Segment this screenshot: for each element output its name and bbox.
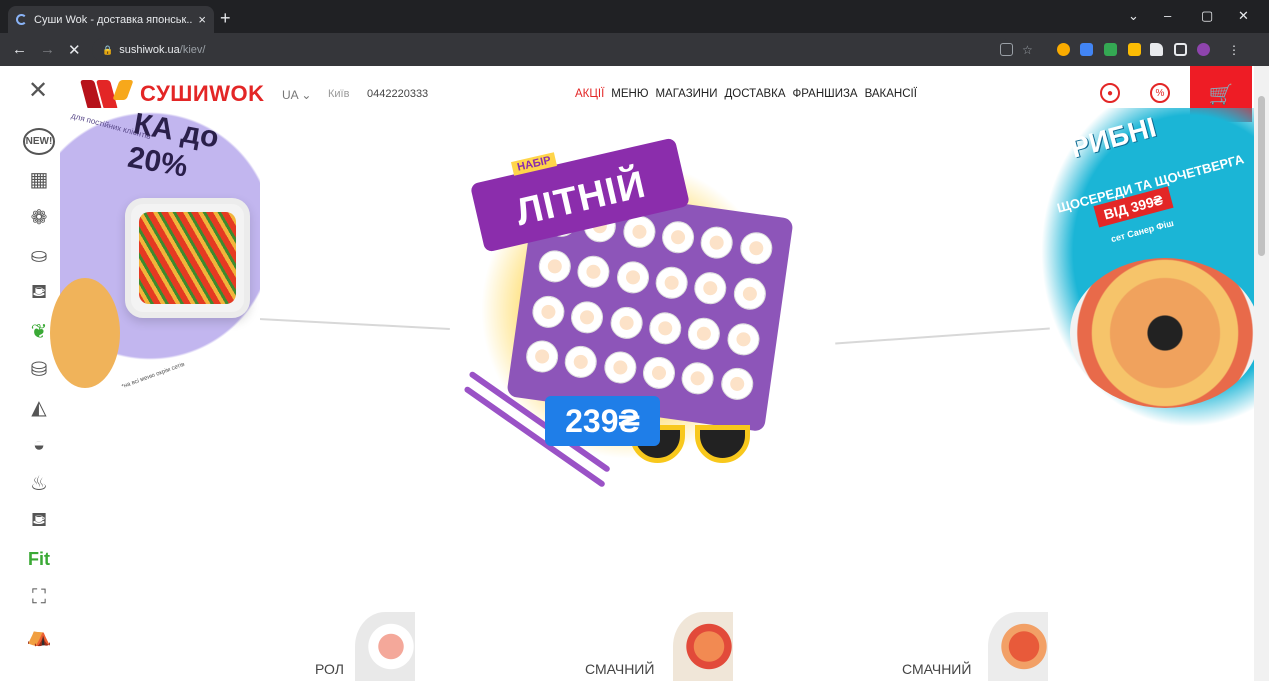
address-bar[interactable]: 🔒 sushiwok.ua /kiev/ [92,38,1012,62]
logo-text: СУШИWOK [140,81,265,106]
nav-menu[interactable]: МЕНЮ [611,88,648,100]
category-sidebar: NEW! ▦ ❁ ⛀ ⛾ ❦ ⛁ ◭ ◒ ♨ ⛾ Fit ⛶ ⛺ [18,122,60,654]
category-card[interactable]: СМАЧНИЙ [585,612,735,681]
extension-icon-2[interactable] [1104,43,1117,56]
bookmark-star-icon[interactable]: ☆ [1022,43,1035,57]
leaf-icon: ❦ [30,320,48,343]
loading-icon [16,14,27,25]
soup-image [50,278,120,388]
carousel-connector [835,327,1050,345]
set-icon: ▦ [29,168,49,191]
minimize-button[interactable]: – [1164,8,1171,23]
tab-title: Суши Wok - доставка японськ... [34,13,193,26]
nav-stores[interactable]: МАГАЗИНИ [655,88,717,100]
category-card[interactable]: СМАЧНИЙ [902,612,1052,681]
category-image [355,612,415,681]
stop-button[interactable]: ✕ [68,41,81,59]
new-icon: NEW! [22,127,56,155]
promo-banner-discount[interactable]: для постійних клієнтів* КА до 20% *на вс… [50,107,260,428]
category-card[interactable]: РОЛ [315,612,415,681]
maki-icon: ⛁ [30,358,48,381]
set-price: 239₴ [545,396,660,446]
sidebar-item-new[interactable]: NEW! [18,122,60,160]
browser-tab[interactable]: Суши Wok - доставка японськ... × [8,6,214,33]
category-label: СМАЧНИЙ [585,661,655,677]
back-button[interactable]: ← [12,41,27,58]
sidebar-item-sushi[interactable]: ⛀ [18,236,60,274]
browser-tabbar: Суши Wok - доставка японськ... × + ⌄ – ▢… [0,0,1269,33]
nav-delivery[interactable]: ДОСТАВКА [725,88,786,100]
language-selector[interactable]: UA ⌄ [282,88,311,102]
extension-icon[interactable] [1057,43,1070,56]
sidebar-item-pizza[interactable]: ◭ [18,388,60,426]
sidebar-item-sets[interactable]: ▦ [18,160,60,198]
main-nav: АКЦІЇ МЕНЮ МАГАЗИНИ ДОСТАВКА ФРАНШИЗА ВА… [575,88,917,100]
snack-icon: ⛶ [32,585,46,608]
tab-search-icon[interactable]: ⌄ [1128,8,1139,24]
tab-close-icon[interactable]: × [198,12,206,27]
sushi-platter-image [1070,258,1260,408]
url-host: sushiwok.ua [119,44,180,56]
city-selector[interactable]: Київ [328,88,349,100]
phone-link[interactable]: 0442220333 [367,88,428,100]
close-menu-icon[interactable]: ✕ [28,76,48,105]
browser-menu-icon[interactable]: ⋮ [1228,43,1241,57]
lock-icon: 🔒 [102,44,114,55]
category-label: РОЛ [315,661,344,677]
sidebar-item-bowls[interactable]: ◒ [18,426,60,464]
share-icon[interactable] [1000,43,1013,56]
bowl-icon: ◒ [32,433,46,456]
nav-franchise[interactable]: ФРАНШИЗА [793,88,858,100]
rolls-icon: ❁ [30,206,48,229]
promo-headline: КА до 20% [125,107,222,184]
page-scrollbar[interactable] [1254,66,1269,681]
sidebar-item-soups[interactable]: ♨ [18,464,60,502]
browser-toolbar: ← → ✕ 🔒 sushiwok.ua /kiev/ ☆ ⋮ [0,33,1269,66]
sushi-icon: ⛀ [30,244,48,267]
sidebar-item-snacks[interactable]: ⛶ [18,578,60,616]
language-value: UA [282,88,299,102]
category-image [988,612,1048,681]
soup-icon: ♨ [30,472,48,495]
category-image [673,612,733,681]
sidebar-item-fit[interactable]: Fit [18,540,60,578]
window-close-button[interactable]: ✕ [1238,8,1249,24]
promo-headline: РИБНІ [1067,111,1160,164]
scrollbar-thumb[interactable] [1258,96,1265,256]
extension-icon-3[interactable] [1128,43,1141,56]
promo-banner-summer-set[interactable]: ЛІТНІЙ НАБІР 239₴ [440,137,840,490]
forward-button[interactable]: → [40,41,55,58]
basket-icon: ⛺ [26,624,52,647]
drinks-icon: ⛾ [30,508,48,531]
extensions-puzzle-icon[interactable] [1150,43,1163,56]
new-tab-button[interactable]: + [220,8,231,29]
sidebar-item-rolls[interactable]: ❁ [18,198,60,236]
cart-icon: 🛒 [1208,83,1234,106]
promo-banner-fish[interactable]: РИБНІ ЩОСЕРЕДИ ТА ЩОЧЕТВЕРГА ВІД 399₴ се… [1040,108,1260,428]
maximize-button[interactable]: ▢ [1201,8,1213,24]
url-path: /kiev/ [179,44,206,56]
sidebar-item-drinks[interactable]: ⛾ [18,502,60,540]
translate-extension-icon[interactable] [1080,43,1093,56]
side-panel-icon[interactable] [1174,43,1187,56]
discount-icon[interactable]: % [1150,83,1170,103]
sidebar-item-basket[interactable]: ⛺ [18,616,60,654]
wok-icon: ⛾ [30,280,48,303]
account-icon[interactable]: ● [1100,83,1120,103]
nav-vacancies[interactable]: ВАКАНСІЇ [865,88,917,100]
profile-avatar[interactable] [1197,43,1210,56]
promo-note: *на всі меню окрім сетів [120,361,186,391]
pizza-icon: ◭ [31,396,47,419]
noodles-plate-image [125,198,250,318]
category-label: СМАЧНИЙ [902,661,972,677]
nav-promotions[interactable]: АКЦІЇ [575,88,604,100]
